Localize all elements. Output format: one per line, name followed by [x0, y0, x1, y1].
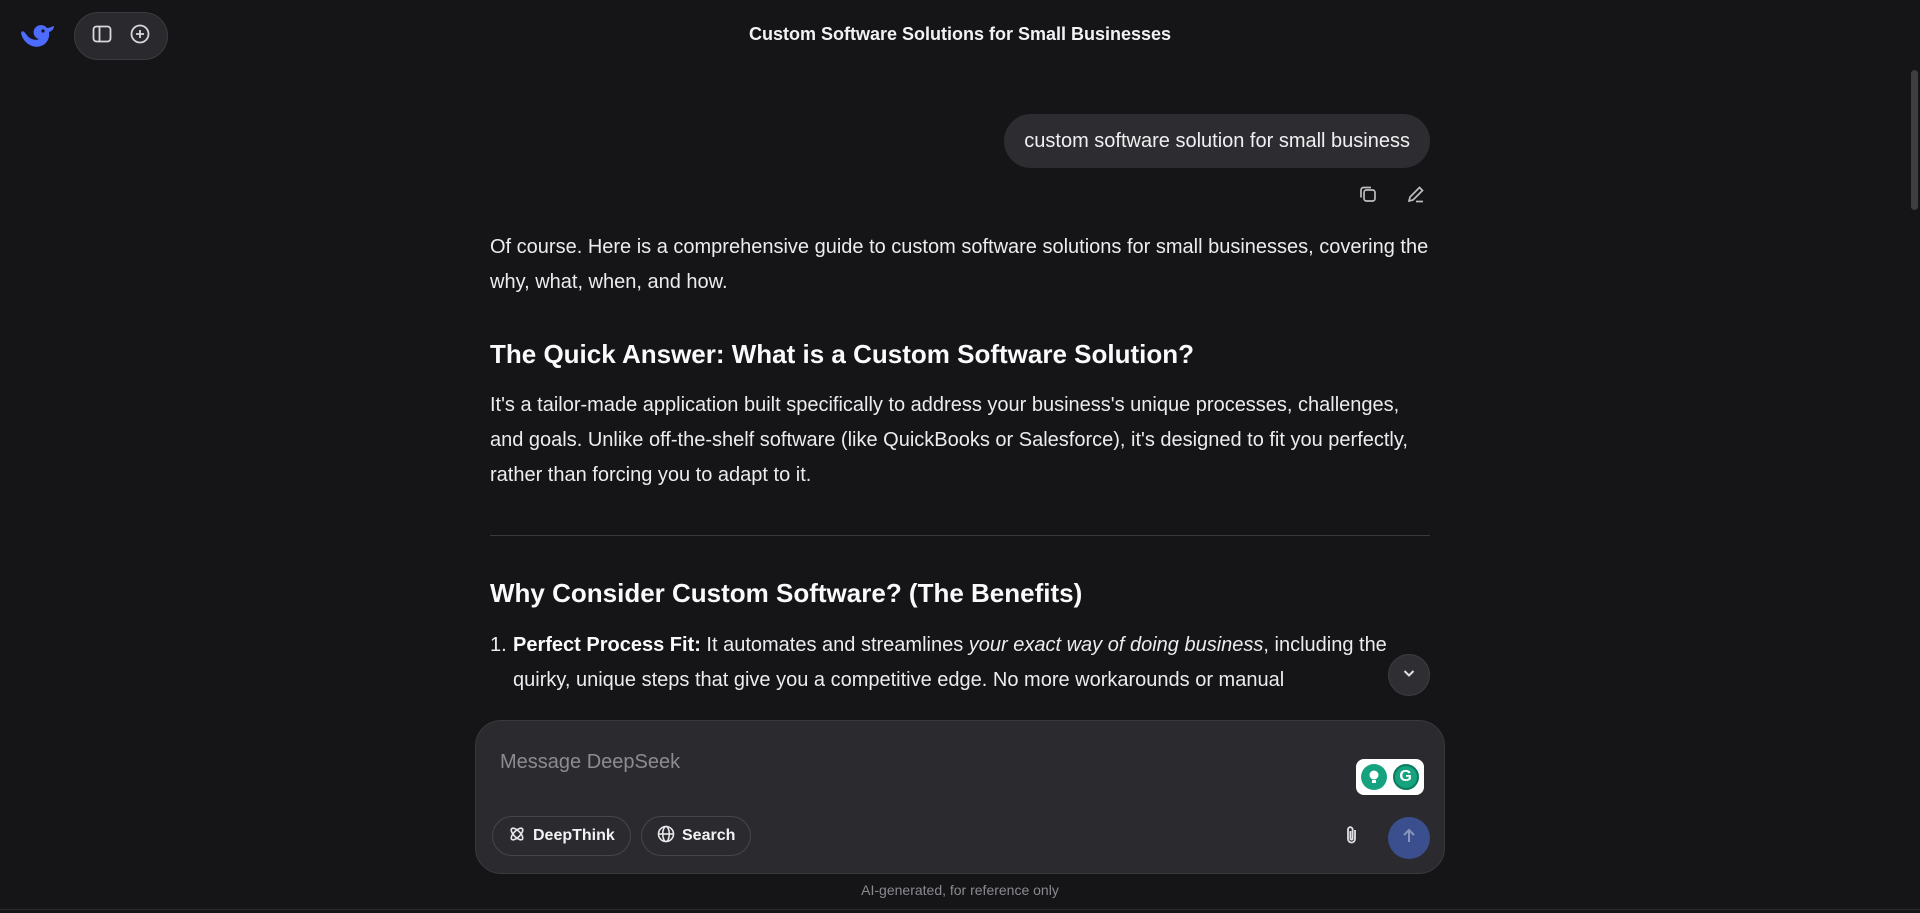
search-toggle[interactable]: Search: [641, 816, 752, 856]
scrollbar-thumb[interactable]: [1911, 70, 1918, 210]
list-item-emphasis: your exact way of doing business: [968, 634, 1264, 656]
deepthink-icon: [508, 825, 526, 848]
edit-icon: [1405, 183, 1427, 210]
search-label: Search: [682, 827, 736, 844]
grammarly-widget[interactable]: G: [1356, 759, 1424, 795]
section-divider: [490, 535, 1430, 536]
deepthink-toggle[interactable]: DeepThink: [492, 816, 631, 856]
user-message-bubble: custom software solution for small busin…: [1004, 114, 1430, 168]
benefits-list: 1. Perfect Process Fit: It automates and…: [490, 628, 1430, 698]
section-body-quick-answer: It's a tailor-made application built spe…: [490, 394, 1408, 486]
message-actions: [1354, 182, 1430, 210]
page-title: Custom Software Solutions for Small Busi…: [748, 24, 1172, 44]
lightbulb-icon: [1361, 764, 1388, 790]
grammarly-icon: G: [1392, 764, 1419, 790]
section-heading-quick-answer: The Quick Answer: What is a Custom Softw…: [490, 339, 1194, 369]
message-input[interactable]: [498, 741, 1302, 783]
section-heading-benefits: Why Consider Custom Software? (The Benef…: [490, 578, 1083, 608]
send-arrow-icon: [1400, 827, 1418, 850]
scroll-to-bottom-button[interactable]: [1388, 654, 1430, 696]
list-item-number: 1.: [490, 634, 507, 656]
list-item-title: Perfect Process Fit:: [513, 634, 701, 656]
answer-intro: Of course. Here is a comprehensive guide…: [490, 236, 1429, 293]
copy-button[interactable]: [1354, 182, 1382, 210]
deepthink-label: DeepThink: [533, 827, 615, 844]
copy-icon: [1357, 183, 1379, 210]
paperclip-icon: [1342, 824, 1362, 851]
list-item: 1. Perfect Process Fit: It automates and…: [490, 628, 1430, 698]
edit-button[interactable]: [1402, 182, 1430, 210]
bottom-divider: [0, 909, 1920, 910]
send-button[interactable]: [1388, 817, 1430, 859]
app-window: Custom Software Solutions for Small Busi…: [0, 0, 1920, 913]
chevron-down-icon: [1401, 665, 1417, 686]
list-item-text: It automates and streamlines: [700, 634, 969, 656]
disclaimer-note: AI-generated, for reference only: [861, 882, 1059, 898]
list-item-body: Perfect Process Fit: It automates and st…: [513, 628, 1430, 698]
globe-icon: [657, 825, 675, 848]
user-message-text: custom software solution for small busin…: [1024, 129, 1410, 152]
attach-button[interactable]: [1336, 821, 1368, 853]
message-composer: G DeepThink Search: [475, 720, 1445, 874]
assistant-answer: Of course. Here is a comprehensive guide…: [490, 230, 1430, 698]
